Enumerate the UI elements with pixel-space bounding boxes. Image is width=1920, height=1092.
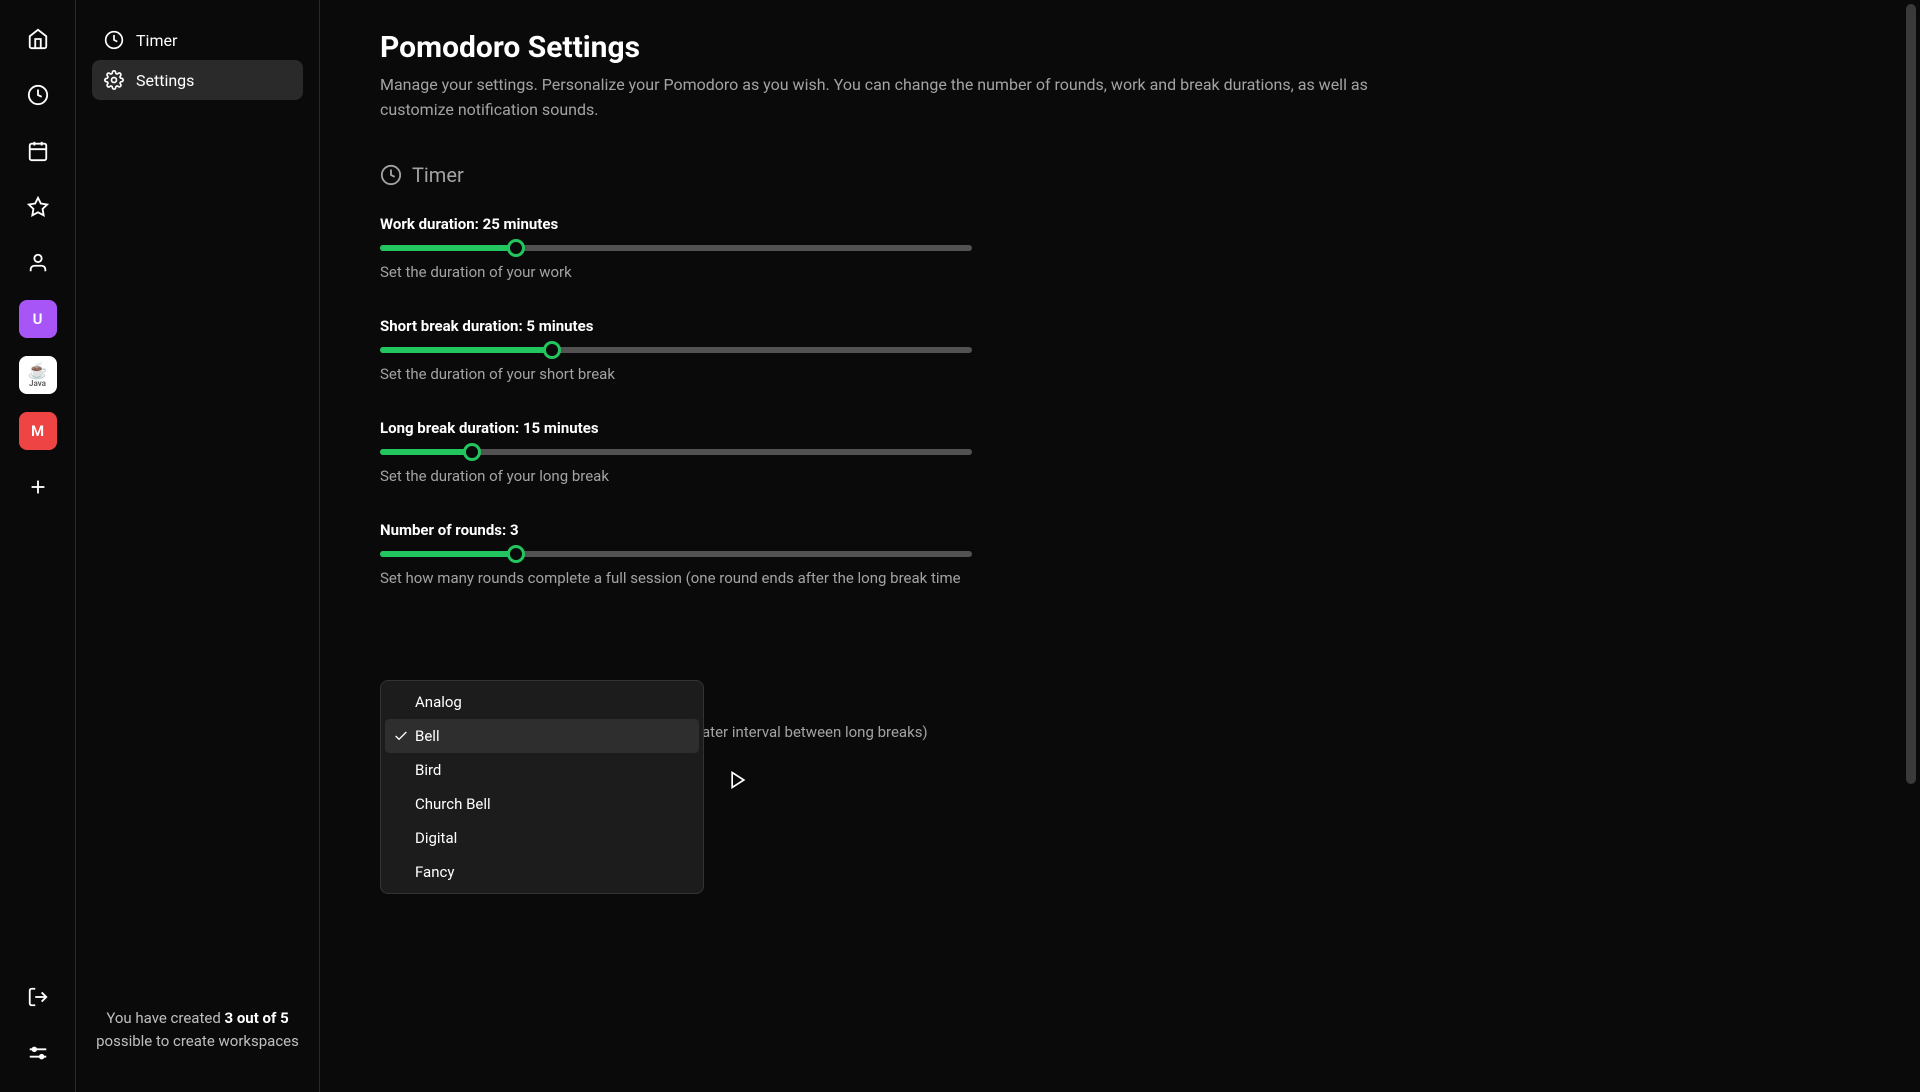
nav-timer-label: Timer [136, 31, 177, 50]
user-icon[interactable] [19, 244, 57, 282]
play-sound-button[interactable] [728, 770, 748, 794]
section-title: Timer [412, 163, 464, 187]
footer-count: 3 out of 5 [225, 1009, 289, 1027]
long-break-slider[interactable] [380, 449, 972, 455]
workspace-java[interactable]: ☕ Java [19, 356, 57, 394]
workspace-letter: U [33, 310, 43, 328]
star-icon[interactable] [19, 188, 57, 226]
add-workspace-button[interactable] [19, 468, 57, 506]
check-icon [393, 728, 409, 744]
page-subtitle: Manage your settings. Personalize your P… [380, 73, 1380, 123]
option-label: Bell [415, 727, 440, 745]
slider-thumb[interactable] [543, 341, 561, 359]
slider-thumb[interactable] [463, 443, 481, 461]
slider-fill [380, 347, 552, 353]
sound-option-analog[interactable]: Analog [385, 685, 699, 719]
clock-icon [104, 30, 124, 50]
option-label: Bird [415, 761, 441, 779]
java-label: Java [29, 379, 46, 388]
home-icon[interactable] [19, 20, 57, 58]
work-hint: Set the duration of your work [380, 263, 972, 281]
option-label: Fancy [415, 863, 454, 881]
work-label: Work duration: 25 minutes [380, 215, 972, 233]
sound-option-bird[interactable]: Bird [385, 753, 699, 787]
workspace-counter: You have created 3 out of 5 possible to … [92, 987, 303, 1072]
short-break-slider[interactable] [380, 347, 972, 353]
workspace-u[interactable]: U [19, 300, 57, 338]
slider-fill [380, 551, 516, 557]
rail-bottom [19, 978, 57, 1092]
workspace-m[interactable]: M [19, 412, 57, 450]
sound-option-church-bell[interactable]: Church Bell [385, 787, 699, 821]
rounds-hint: Set how many rounds complete a full sess… [380, 569, 972, 587]
slider-thumb[interactable] [507, 545, 525, 563]
setting-long-break: Long break duration: 15 minutes Set the … [380, 419, 972, 485]
interval-hint-partial: ater interval between long breaks) [702, 723, 928, 741]
option-label: Church Bell [415, 795, 491, 813]
sound-dropdown: Analog Bell Bird Church Bell Digital Fan… [380, 680, 704, 894]
setting-short-break: Short break duration: 5 minutes Set the … [380, 317, 972, 383]
work-slider[interactable] [380, 245, 972, 251]
sound-option-digital[interactable]: Digital [385, 821, 699, 855]
slider-fill [380, 245, 516, 251]
option-label: Analog [415, 693, 462, 711]
main-content: Pomodoro Settings Manage your settings. … [320, 0, 1920, 1092]
long-break-hint: Set the duration of your long break [380, 467, 972, 485]
workspace-letter: M [31, 422, 44, 440]
scrollbar-thumb[interactable] [1906, 4, 1916, 784]
slider-fill [380, 449, 472, 455]
section-timer-header: Timer [380, 163, 1860, 187]
clock-icon[interactable] [19, 76, 57, 114]
footer-suffix: possible to create workspaces [96, 1032, 299, 1050]
icon-rail: U ☕ Java M [0, 0, 76, 1092]
footer-prefix: You have created [106, 1009, 224, 1027]
secondary-nav: Timer Settings You have created 3 out of… [76, 0, 320, 1092]
java-icon: ☕ [28, 363, 48, 379]
gear-icon [104, 70, 124, 90]
sound-option-fancy[interactable]: Fancy [385, 855, 699, 889]
long-break-label: Long break duration: 15 minutes [380, 419, 972, 437]
settings-sliders-icon[interactable] [19, 1034, 57, 1072]
nav-timer[interactable]: Timer [92, 20, 303, 60]
clock-icon [380, 164, 402, 186]
setting-work-duration: Work duration: 25 minutes Set the durati… [380, 215, 972, 281]
setting-rounds: Number of rounds: 3 Set how many rounds … [380, 521, 972, 587]
rounds-label: Number of rounds: 3 [380, 521, 972, 539]
nav-settings[interactable]: Settings [92, 60, 303, 100]
option-label: Digital [415, 829, 457, 847]
short-break-label: Short break duration: 5 minutes [380, 317, 972, 335]
calendar-icon[interactable] [19, 132, 57, 170]
logout-icon[interactable] [19, 978, 57, 1016]
sound-option-bell[interactable]: Bell [385, 719, 699, 753]
nav-settings-label: Settings [136, 71, 194, 90]
slider-thumb[interactable] [507, 239, 525, 257]
short-break-hint: Set the duration of your short break [380, 365, 972, 383]
scrollbar[interactable] [1906, 4, 1916, 1088]
rounds-slider[interactable] [380, 551, 972, 557]
page-title: Pomodoro Settings [380, 30, 1860, 65]
